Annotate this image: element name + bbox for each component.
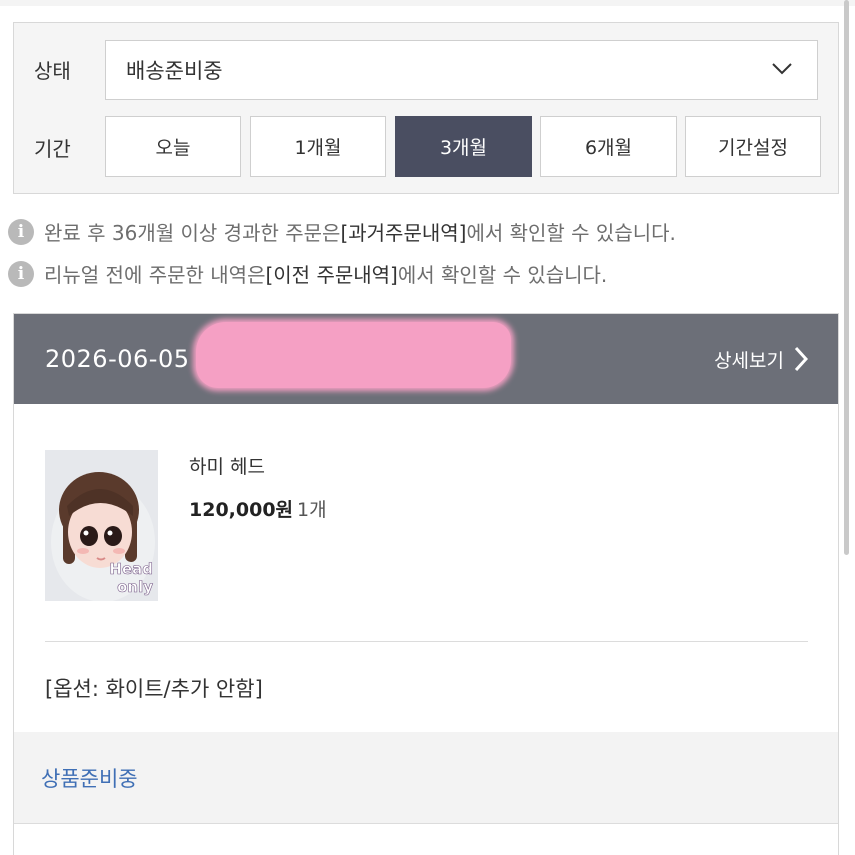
notice-text: 에서 확인할 수 있습니다. — [466, 221, 676, 245]
doll-head-image: Head only — [45, 450, 158, 601]
notice-previous-orders: i 리뉴얼 전에 주문한 내역은 [이전 주문내역] 에서 확인할 수 있습니다. — [8, 259, 607, 288]
period-custom-button[interactable]: 기간설정 — [685, 116, 821, 177]
chevron-down-icon — [772, 63, 792, 75]
thumb-caption-only: only — [117, 578, 153, 596]
order-header: 2026-06-05 상세보기 — [14, 314, 838, 404]
info-icon: i — [8, 218, 34, 245]
period-today-button[interactable]: 오늘 — [105, 116, 241, 177]
notice-text: 완료 후 36개월 이상 경과한 주문은 — [44, 221, 341, 245]
divider — [14, 823, 838, 824]
filter-panel: 상태 배송준비중 기간 오늘 1개월 3개월 6개월 기간설정 — [13, 22, 839, 194]
redaction-mark — [196, 322, 511, 388]
status-select-value: 배송준비중 — [126, 59, 223, 83]
notice-past-orders: i 완료 후 36개월 이상 경과한 주문은 [과거주문내역] 에서 확인할 수 … — [8, 217, 676, 246]
period-3month-button[interactable]: 3개월 — [395, 116, 532, 177]
period-6month-button[interactable]: 6개월 — [540, 116, 677, 177]
notice-text: 에서 확인할 수 있습니다. — [397, 263, 608, 287]
product-price: 120,000원 — [189, 499, 294, 521]
order-detail-link[interactable]: 상세보기 — [714, 346, 808, 373]
product-thumbnail[interactable]: Head only — [45, 450, 158, 601]
product-name[interactable]: 하미 헤드 — [189, 452, 265, 479]
status-select[interactable]: 배송준비중 — [105, 40, 818, 100]
notice-text: 리뉴얼 전에 주문한 내역은 — [44, 263, 266, 287]
chevron-right-icon — [794, 346, 808, 372]
order-date: 2026-06-05 — [45, 345, 190, 373]
scrollbar[interactable] — [844, 0, 849, 555]
order-status: 상품준비중 — [41, 766, 138, 791]
divider — [45, 641, 808, 642]
period-label: 기간 — [34, 137, 71, 161]
top-edge — [0, 0, 855, 6]
order-card: 2026-06-05 상세보기 Head only 하미 헤드 120,000원… — [13, 313, 839, 855]
status-label: 상태 — [34, 59, 71, 83]
product-option: [옵션: 화이트/추가 안함] — [45, 677, 263, 701]
product-price-line: 120,000원 1개 — [189, 495, 327, 522]
thumb-caption-head: Head — [109, 560, 153, 578]
product-quantity: 1개 — [297, 499, 327, 521]
previous-orders-link[interactable]: [이전 주문내역] — [265, 259, 397, 288]
past-orders-link[interactable]: [과거주문내역] — [340, 217, 466, 246]
order-status-bar: 상품준비중 — [14, 732, 838, 823]
info-icon: i — [8, 260, 34, 287]
period-1month-button[interactable]: 1개월 — [250, 116, 386, 177]
detail-link-label: 상세보기 — [714, 349, 784, 372]
